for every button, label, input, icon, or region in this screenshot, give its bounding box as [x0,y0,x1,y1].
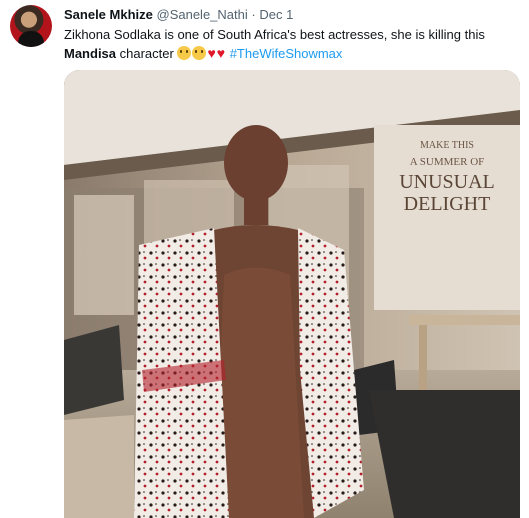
tweet-text-bold: Mandisa [64,46,117,61]
wall-text-3: UNUSUAL [399,171,495,193]
separator-dot: · [251,7,256,22]
tweet-text-part1: Zikhona Sodlaka is one of South Africa's… [64,27,485,42]
red-heart-icon: ♥ [216,45,226,61]
author-avatar[interactable] [10,5,52,47]
tweet-photo[interactable]: MAKE THIS A SUMMER OF UNUSUAL DELIGHT [64,70,520,518]
red-heart-icon: ♥ [207,45,216,61]
tweet-text: Zikhona Sodlaka is one of South Africa's… [64,26,519,63]
author-handle[interactable]: @Sanele_Nathi [157,7,248,22]
smiling-face-icon [192,46,207,60]
wall-text-1: MAKE THIS [420,140,474,151]
wall-text-4: DELIGHT [404,193,491,215]
hashtag-link[interactable]: #TheWifeShowmax [230,46,343,61]
author-name[interactable]: Sanele Mkhize [64,7,153,22]
wall-text-2: A SUMMER OF [410,156,485,168]
tweet-header: Sanele Mkhize @Sanele_Nathi · Dec 1 [64,7,293,22]
tweet-date[interactable]: Dec 1 [259,7,293,22]
tweet-text-part2: character [116,46,178,61]
smiling-face-icon [177,46,192,60]
photo-illustration: MAKE THIS A SUMMER OF UNUSUAL DELIGHT [64,70,520,518]
